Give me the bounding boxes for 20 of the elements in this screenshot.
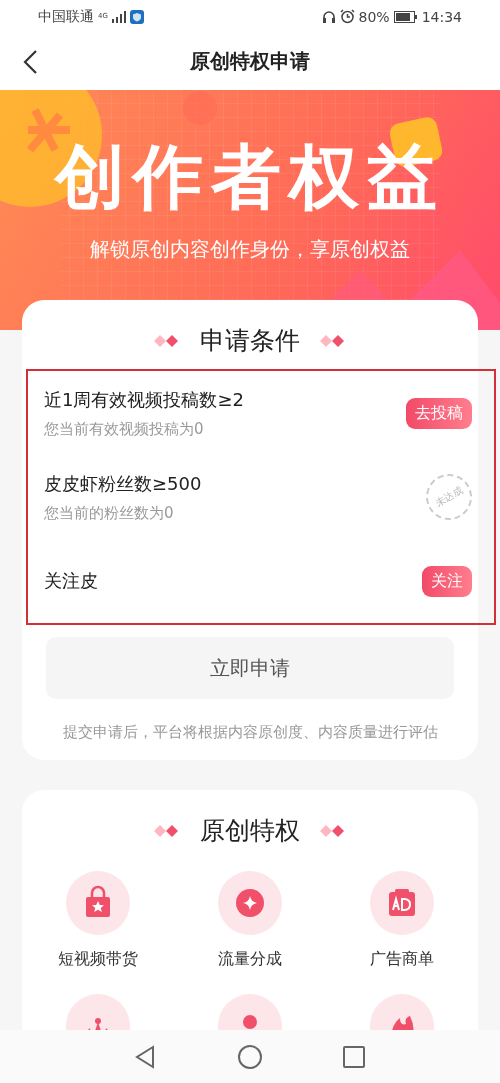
privilege-label: 短视频带货: [58, 949, 138, 970]
section-title: 申请条件: [200, 325, 300, 357]
battery-percent: 80%: [358, 8, 390, 25]
banner-subtitle: 解锁原创内容创作身份，享原创权益: [90, 236, 410, 263]
banner-title: 创作者权益: [55, 142, 445, 212]
action-button[interactable]: 去投稿: [406, 397, 472, 429]
condition-detail: 您当前有效视频投稿为0: [44, 419, 205, 439]
condition-label: 关注皮: [44, 569, 99, 593]
condition-detail: 您当前的粉丝数为0: [44, 503, 175, 523]
note-text: 提交申请后，平台将根据内容原创度、内容质量进行评估: [61, 723, 439, 742]
page-title: 原创特权申请: [190, 48, 310, 75]
privilege-label: 广告商单: [370, 949, 434, 970]
apply-button[interactable]: 立即申请: [46, 637, 454, 699]
carrier-name: 中国联通: [38, 7, 94, 26]
condition-label: 近1周有效视频投稿数≥2: [44, 387, 245, 412]
privilege-label: 流量分成: [218, 949, 282, 970]
section-title: 原创特权: [200, 815, 300, 847]
condition-label: 皮皮虾粉丝数≥500: [44, 471, 203, 496]
action-button[interactable]: 关注: [422, 565, 472, 597]
clock-time: 14:34: [421, 8, 462, 25]
